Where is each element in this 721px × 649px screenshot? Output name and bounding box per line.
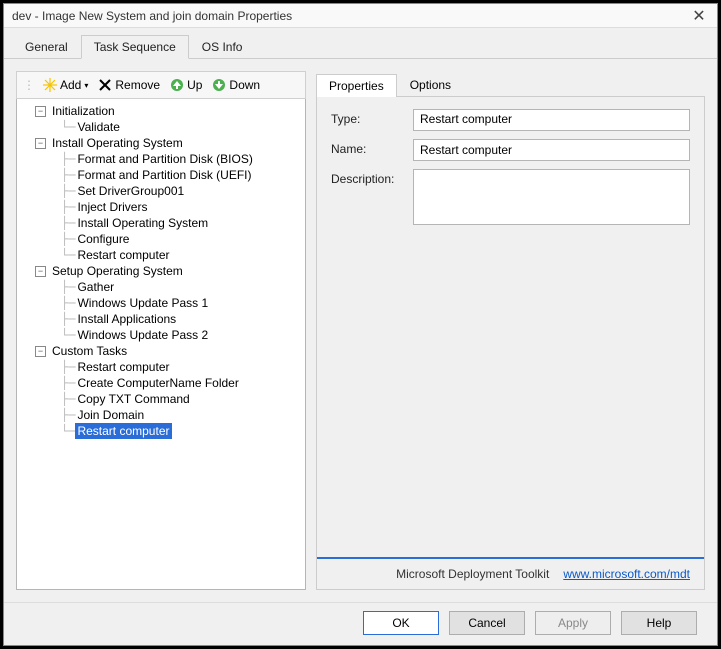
properties-panel: Type: Restart computer Name: Description…	[316, 97, 705, 590]
main-tab-general[interactable]: General	[12, 35, 81, 59]
main-tabs: GeneralTask SequenceOS Info	[4, 28, 717, 59]
chevron-down-icon: ▾	[84, 81, 88, 90]
tree-item[interactable]: ├─ Copy TXT Command	[19, 391, 303, 407]
tree-item-label: Format and Partition Disk (BIOS)	[75, 151, 254, 167]
tree-item[interactable]: ├─ Set DriverGroup001	[19, 183, 303, 199]
tree-group[interactable]: −Initialization	[19, 103, 303, 119]
collapse-icon[interactable]: −	[35, 346, 46, 357]
down-icon	[212, 78, 226, 92]
detail-tabs: PropertiesOptions	[316, 73, 705, 97]
tree-item[interactable]: ├─ Install Operating System	[19, 215, 303, 231]
add-button[interactable]: Add ▾	[41, 76, 90, 94]
collapse-icon[interactable]: −	[35, 266, 46, 277]
up-icon	[170, 78, 184, 92]
detail-tab-properties[interactable]: Properties	[316, 74, 397, 97]
tree-group-label: Install Operating System	[50, 135, 185, 151]
tree-group-label: Custom Tasks	[50, 343, 129, 359]
tree-item-label: Restart computer	[75, 247, 171, 263]
tree-item-label: Windows Update Pass 1	[75, 295, 210, 311]
collapse-icon[interactable]: −	[35, 138, 46, 149]
help-button[interactable]: Help	[621, 611, 697, 635]
tree-item-label: Format and Partition Disk (UEFI)	[75, 167, 253, 183]
left-pane: ⋮ Add ▾ Remove	[16, 71, 306, 590]
tree-group[interactable]: −Custom Tasks	[19, 343, 303, 359]
tree-group[interactable]: −Install Operating System	[19, 135, 303, 151]
toolbar: ⋮ Add ▾ Remove	[16, 71, 306, 99]
tree-item[interactable]: ├─ Gather	[19, 279, 303, 295]
up-button[interactable]: Up	[168, 76, 204, 94]
tree-item-label: Inject Drivers	[75, 199, 149, 215]
tree-item-label: Windows Update Pass 2	[75, 327, 210, 343]
main-tab-os-info[interactable]: OS Info	[189, 35, 256, 59]
detail-tab-options[interactable]: Options	[397, 73, 464, 96]
tree-item[interactable]: └─ Restart computer	[19, 423, 303, 439]
brand-link[interactable]: www.microsoft.com/mdt	[563, 567, 690, 581]
tree-item[interactable]: ├─ Install Applications	[19, 311, 303, 327]
window: dev - Image New System and join domain P…	[3, 3, 718, 646]
description-label: Description:	[331, 169, 405, 186]
remove-button[interactable]: Remove	[96, 76, 162, 94]
tree-item[interactable]: └─ Validate	[19, 119, 303, 135]
tree-item[interactable]: ├─ Restart computer	[19, 359, 303, 375]
tree-item-label: Join Domain	[75, 407, 146, 423]
tree-item[interactable]: ├─ Format and Partition Disk (BIOS)	[19, 151, 303, 167]
ok-button[interactable]: OK	[363, 611, 439, 635]
tree-item[interactable]: └─ Restart computer	[19, 247, 303, 263]
name-label: Name:	[331, 139, 405, 156]
add-icon	[43, 78, 57, 92]
tree-item-label: Restart computer	[75, 359, 171, 375]
task-sequence-tree[interactable]: −Initialization└─ Validate−Install Opera…	[16, 99, 306, 590]
tree-item[interactable]: ├─ Windows Update Pass 1	[19, 295, 303, 311]
tree-item[interactable]: ├─ Create ComputerName Folder	[19, 375, 303, 391]
apply-button: Apply	[535, 611, 611, 635]
brand-text: Microsoft Deployment Toolkit	[396, 567, 549, 581]
tree-item[interactable]: ├─ Inject Drivers	[19, 199, 303, 215]
tree-item-label: Copy TXT Command	[75, 391, 191, 407]
type-label: Type:	[331, 109, 405, 126]
brand-footer: Microsoft Deployment Toolkit www.microso…	[317, 563, 704, 589]
tree-group-label: Initialization	[50, 103, 117, 119]
brand-separator	[317, 557, 704, 559]
remove-icon	[98, 78, 112, 92]
content: ⋮ Add ▾ Remove	[4, 59, 717, 602]
tree-item-label: Install Operating System	[75, 215, 210, 231]
description-field[interactable]	[413, 169, 690, 225]
down-button[interactable]: Down	[210, 76, 262, 94]
tree-item-label: Restart computer	[75, 423, 171, 439]
tree-item-label: Install Applications	[75, 311, 178, 327]
tree-item[interactable]: ├─ Configure	[19, 231, 303, 247]
tree-group-label: Setup Operating System	[50, 263, 185, 279]
dialog-buttons: OK Cancel Apply Help	[4, 602, 717, 645]
tree-item[interactable]: ├─ Format and Partition Disk (UEFI)	[19, 167, 303, 183]
tree-item-label: Configure	[75, 231, 131, 247]
titlebar: dev - Image New System and join domain P…	[4, 4, 717, 28]
toolbar-grip-icon: ⋮	[23, 78, 35, 92]
tree-item-label: Create ComputerName Folder	[75, 375, 240, 391]
close-icon[interactable]: ✕	[689, 6, 709, 26]
properties-form: Type: Restart computer Name: Description…	[317, 97, 704, 237]
tree-item[interactable]: └─ Windows Update Pass 2	[19, 327, 303, 343]
right-pane: PropertiesOptions Type: Restart computer…	[316, 71, 705, 590]
tree-item-label: Validate	[75, 119, 121, 135]
name-field[interactable]	[413, 139, 690, 161]
tree-item-label: Gather	[75, 279, 116, 295]
type-field: Restart computer	[413, 109, 690, 131]
collapse-icon[interactable]: −	[35, 106, 46, 117]
window-title: dev - Image New System and join domain P…	[12, 9, 689, 23]
cancel-button[interactable]: Cancel	[449, 611, 525, 635]
tree-item[interactable]: ├─ Join Domain	[19, 407, 303, 423]
tree-group[interactable]: −Setup Operating System	[19, 263, 303, 279]
tree-item-label: Set DriverGroup001	[75, 183, 186, 199]
main-tab-task-sequence[interactable]: Task Sequence	[81, 35, 189, 59]
